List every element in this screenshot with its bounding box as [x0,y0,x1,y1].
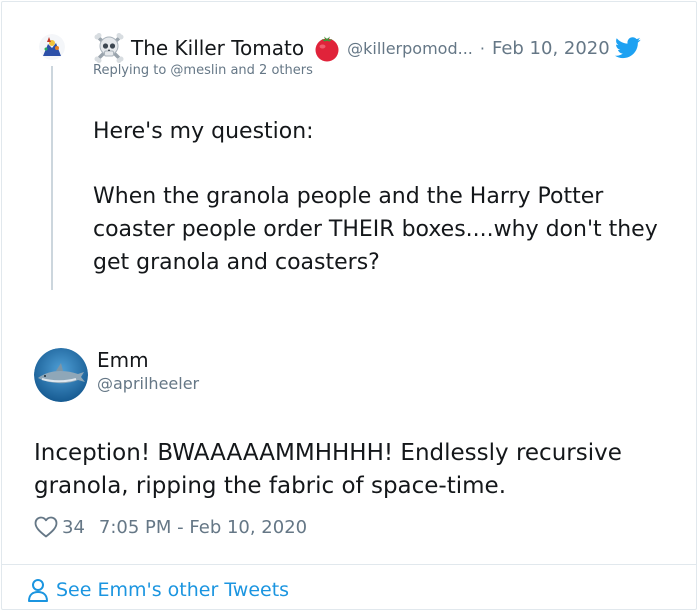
parent-tweet-line-1: Here's my question: [93,119,314,144]
tweet-timestamp[interactable]: 7:05 PM - Feb 10, 2020 [99,517,307,538]
skull-crossbones-icon [94,33,124,63]
main-tweet-text: Inception! BWAAAAAMMHHHH! Endlessly recu… [34,440,622,499]
separator-dot: · [479,38,485,58]
tweet-meta-row: 34 7:05 PM - Feb 10, 2020 [34,514,307,540]
see-other-tweets-link[interactable]: See Emm's other Tweets [27,577,289,603]
see-other-tweets-label[interactable]: See Emm's other Tweets [56,579,289,601]
thread-connector-line [51,66,53,290]
twitter-bird-icon[interactable] [614,37,641,59]
heart-icon[interactable] [34,516,58,538]
main-display-name[interactable]: Emm [97,348,149,372]
parent-display-name[interactable]: The Killer Tomato [131,36,304,60]
footer-divider [2,564,696,565]
tomato-icon [315,36,339,62]
main-handle[interactable]: @aprilheeler [97,374,199,393]
like-count[interactable]: 34 [62,517,85,538]
parent-handle[interactable]: @killerpomod... [347,39,473,58]
parent-tweet-header: The Killer Tomato @killerpomod... · Feb … [93,32,641,64]
shark-avatar-icon [34,348,88,402]
replying-to-text[interactable]: Replying to @meslin and 2 others [93,63,313,78]
embedded-tweet-card: The Killer Tomato @killerpomod... · Feb … [1,1,697,610]
parent-tweet-line-2: When the granola people and the Harry Po… [93,184,658,275]
parent-tweet-text: Here's my question: When the granola peo… [93,115,683,279]
wizard-avatar-icon [39,34,65,60]
parent-avatar[interactable] [39,34,65,60]
main-avatar[interactable] [34,348,88,402]
parent-date-link[interactable]: Feb 10, 2020 [492,38,610,59]
person-icon [28,579,48,602]
